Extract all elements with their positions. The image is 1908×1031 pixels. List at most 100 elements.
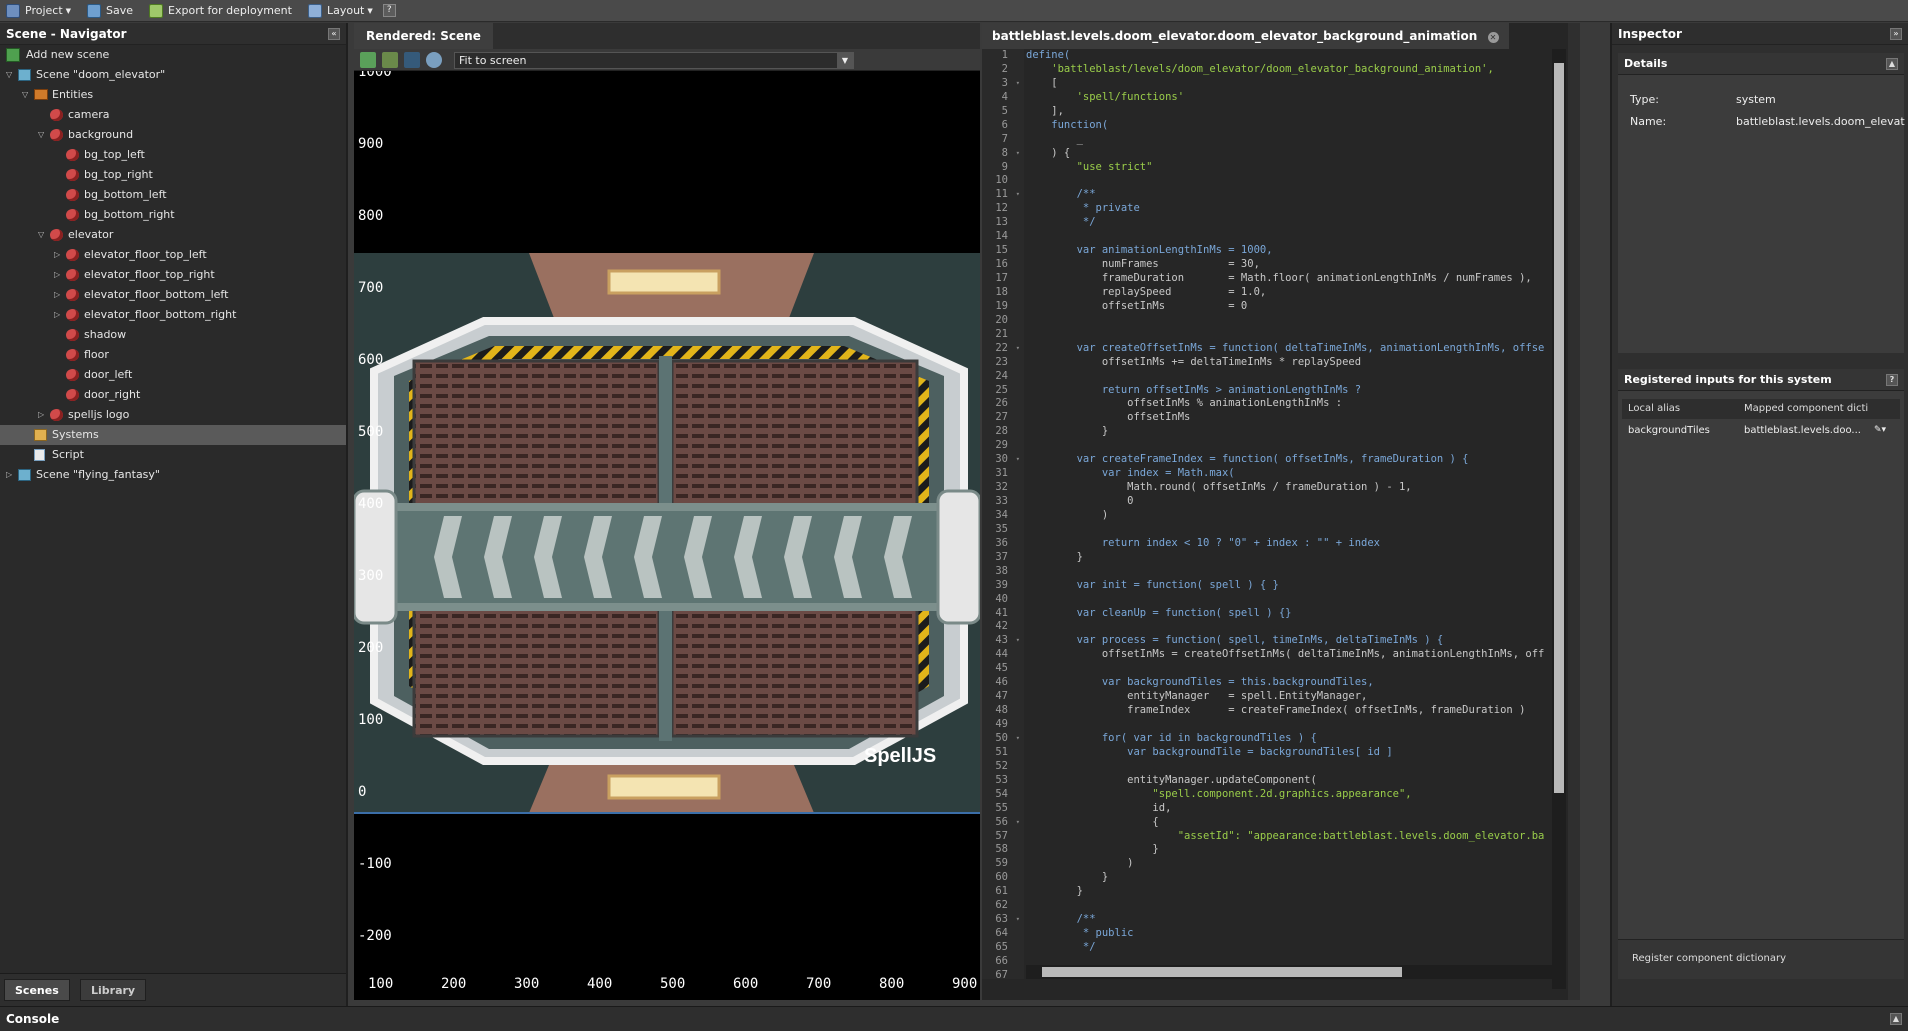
tree-item[interactable]: ▷ spelljs logo xyxy=(0,405,346,425)
tree-item[interactable]: ▽ Scene "doom_elevator" xyxy=(0,65,346,85)
register-toolbar: Register component dictionary xyxy=(1618,939,1904,979)
line-number-text: 9 xyxy=(1001,160,1008,173)
add-new-scene-button[interactable]: Add new scene xyxy=(0,45,346,65)
line-number-text: 39 xyxy=(995,578,1008,591)
tree-item[interactable]: ▷ elevator_floor_bottom_right xyxy=(0,305,346,325)
x-tick-label: 200 xyxy=(441,976,466,992)
fold-toggle-icon[interactable]: ▾ xyxy=(1016,342,1020,356)
expand-arrow-icon[interactable]: ▷ xyxy=(54,265,64,285)
fold-toggle-icon[interactable]: ▾ xyxy=(1016,816,1020,830)
horizontal-scrollbar[interactable] xyxy=(1026,965,1552,979)
tree-item[interactable]: ▷ elevator_floor_top_right xyxy=(0,265,346,285)
tree-item[interactable]: bg_top_right xyxy=(0,165,346,185)
refresh-icon[interactable] xyxy=(360,52,376,68)
register-component-dictionary-button[interactable]: Register component dictionary xyxy=(1632,953,1786,964)
fold-toggle-icon[interactable]: ▾ xyxy=(1016,453,1020,467)
tree-item[interactable]: bg_bottom_right xyxy=(0,205,346,225)
collapse-arrow-icon[interactable]: ▽ xyxy=(6,65,16,85)
code-text-area[interactable]: define( 'battleblast/levels/doom_elevato… xyxy=(1026,49,1546,979)
collapse-left-icon[interactable]: « xyxy=(328,28,340,40)
collapse-arrow-icon[interactable]: ▽ xyxy=(22,85,32,105)
table-row[interactable]: backgroundTiles battleblast.levels.doo..… xyxy=(1622,421,1900,441)
column-header-mapped-component[interactable]: Mapped component dicti xyxy=(1744,403,1868,414)
tree-item[interactable]: ▽ background xyxy=(0,125,346,145)
entity-icon xyxy=(66,349,79,361)
tab-scenes[interactable]: Scenes xyxy=(4,979,70,1001)
column-header-local-alias[interactable]: Local alias xyxy=(1628,403,1680,414)
code-line: */ xyxy=(1026,941,1096,953)
tree-item[interactable]: Systems xyxy=(0,425,346,445)
console-panel[interactable]: Console ▲ xyxy=(0,1006,1908,1031)
line-number: 27 xyxy=(982,411,1024,425)
tab-editor-file[interactable]: battleblast.levels.doom_elevator.doom_el… xyxy=(982,23,1509,49)
scrollbar-thumb[interactable] xyxy=(1042,967,1402,977)
tree-item[interactable]: ▷ elevator_floor_top_left xyxy=(0,245,346,265)
tree-item[interactable]: floor xyxy=(0,345,346,365)
vertical-scrollbar[interactable] xyxy=(1552,49,1566,989)
expand-arrow-icon[interactable]: ▷ xyxy=(38,405,48,425)
line-number-text: 61 xyxy=(995,885,1008,898)
line-number: 67 xyxy=(982,969,1024,983)
line-number-text: 6 xyxy=(1001,118,1008,131)
tab-library[interactable]: Library xyxy=(80,979,147,1001)
line-number: 31 xyxy=(982,467,1024,481)
tree-item[interactable]: bg_top_left xyxy=(0,145,346,165)
expand-icon[interactable]: ▲ xyxy=(1890,1013,1902,1025)
fit-expand-icon[interactable] xyxy=(382,52,398,68)
tree-item[interactable]: ▷ Scene "flying_fantasy" xyxy=(0,465,346,485)
fold-toggle-icon[interactable]: ▾ xyxy=(1016,634,1020,648)
scrollbar-thumb[interactable] xyxy=(1554,63,1564,793)
fold-toggle-icon[interactable]: ▾ xyxy=(1016,913,1020,927)
line-number: 56 ▾ xyxy=(982,816,1024,830)
expand-arrow-icon[interactable]: ▷ xyxy=(54,305,64,325)
help-icon[interactable]: ? xyxy=(1886,374,1898,386)
fold-toggle-icon[interactable]: ▾ xyxy=(1016,147,1020,161)
collapse-arrow-icon[interactable]: ▽ xyxy=(38,125,48,145)
eye-icon[interactable] xyxy=(426,52,442,68)
zoom-select[interactable]: Fit to screen ▼ xyxy=(454,52,854,69)
layout-menu-button[interactable]: Layout ▼ xyxy=(307,3,373,18)
line-number: 37 xyxy=(982,551,1024,565)
collapse-icon[interactable]: ▲ xyxy=(1886,58,1898,70)
edit-icon[interactable]: ✎▾ xyxy=(1874,425,1886,435)
save-button[interactable]: Save xyxy=(87,3,133,18)
tab-rendered-scene[interactable]: Rendered: Scene xyxy=(354,23,493,49)
close-icon[interactable]: ✕ xyxy=(1487,32,1499,43)
tree-item[interactable]: door_left xyxy=(0,365,346,385)
code-line: /** xyxy=(1026,913,1096,926)
row-mapped-component: battleblast.levels.doo... xyxy=(1744,425,1861,436)
line-number: 46 xyxy=(982,676,1024,690)
tree-item[interactable]: camera xyxy=(0,105,346,125)
collapse-arrow-icon[interactable]: ▽ xyxy=(38,225,48,245)
tree-item[interactable]: bg_bottom_left xyxy=(0,185,346,205)
line-number: 39 xyxy=(982,579,1024,593)
tree-item[interactable]: door_right xyxy=(0,385,346,405)
code-line: } xyxy=(1026,871,1109,884)
project-menu-button[interactable]: Project ▼ xyxy=(6,3,71,18)
tree-item[interactable]: ▷ elevator_floor_bottom_left xyxy=(0,285,346,305)
expand-arrow-icon[interactable]: ▷ xyxy=(6,465,16,485)
grid-toggle-icon[interactable] xyxy=(404,52,420,68)
splitter-handle[interactable] xyxy=(1568,23,1580,1000)
tree-item[interactable]: Script xyxy=(0,445,346,465)
fold-toggle-icon[interactable]: ▾ xyxy=(1016,77,1020,91)
help-button[interactable]: ? xyxy=(382,4,396,17)
tree-item[interactable]: ▽ elevator xyxy=(0,225,346,245)
tree-item[interactable]: shadow xyxy=(0,325,346,345)
line-number-text: 23 xyxy=(995,355,1008,368)
fold-toggle-icon[interactable]: ▾ xyxy=(1016,188,1020,202)
scene-viewport[interactable]: 1000 900 800 700 600 500 400 300 200 100 0 -100 -200… xyxy=(354,71,980,1000)
line-number: 9 xyxy=(982,161,1024,175)
code-line: define( xyxy=(1026,49,1071,61)
y-tick-label: 300 xyxy=(358,568,383,584)
expand-arrow-icon[interactable]: ▷ xyxy=(54,285,64,305)
fold-toggle-icon[interactable]: ▾ xyxy=(1016,732,1020,746)
code-line: Math.round( offsetInMs / frameDuration )… xyxy=(1026,481,1412,494)
expand-arrow-icon[interactable]: ▷ xyxy=(54,245,64,265)
line-number: 29 xyxy=(982,439,1024,453)
collapse-right-icon[interactable]: » xyxy=(1890,28,1902,40)
tree-item[interactable]: ▽ Entities xyxy=(0,85,346,105)
export-button[interactable]: Export for deployment xyxy=(149,3,292,18)
